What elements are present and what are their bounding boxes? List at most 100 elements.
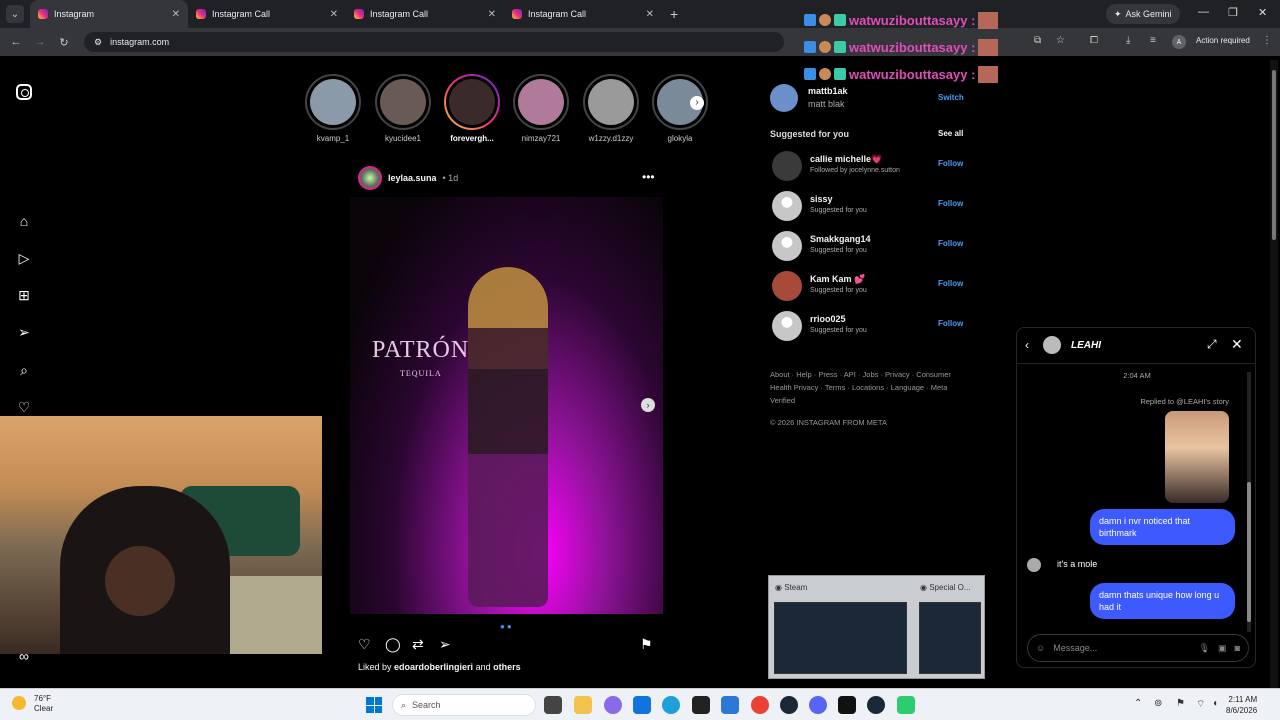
message-input[interactable]: ☺ Message... 🎙 ▣ ◙ <box>1027 634 1249 662</box>
expand-icon[interactable]: ⤢ <box>1207 337 1217 352</box>
download-icon[interactable]: ⤓ <box>1126 35 1130 46</box>
address-bar[interactable]: ⚙ instagram.com <box>84 32 784 52</box>
story-item[interactable]: kvamp_1 <box>304 74 362 143</box>
account-avatar[interactable] <box>770 84 798 112</box>
tab-close-icon[interactable]: ✕ <box>330 9 338 20</box>
post-image[interactable]: PATRÓN TEQUILA <box>350 197 663 614</box>
post-author-avatar[interactable] <box>358 166 382 190</box>
tray-app-icon[interactable]: ⊚ <box>1154 698 1162 709</box>
start-button[interactable] <box>366 697 382 713</box>
suggestion-avatar[interactable] <box>772 271 802 301</box>
taskbar-search[interactable]: ⌕ Search <box>392 694 536 716</box>
story-item[interactable]: kyucidee1 <box>374 74 432 143</box>
switch-account-link[interactable]: Switch <box>938 93 964 102</box>
site-info-icon[interactable]: ⚙ <box>94 37 102 48</box>
terminal-icon[interactable] <box>692 696 710 714</box>
home-icon[interactable]: ⌂ <box>16 213 32 229</box>
reading-list-icon[interactable]: ≡ <box>1150 35 1156 46</box>
reels-icon[interactable]: ▷ <box>16 250 32 266</box>
extensions-icon[interactable]: ⧠ <box>1090 35 1098 46</box>
store-icon[interactable] <box>721 696 739 714</box>
tab-close-icon[interactable]: ✕ <box>172 9 180 20</box>
suggestion-avatar[interactable] <box>772 191 802 221</box>
profile-avatar[interactable]: A <box>1172 35 1186 49</box>
system-clock[interactable]: 2:11 AM 8/6/2026 <box>1226 694 1257 716</box>
sticker-icon[interactable]: ◙ <box>1235 643 1240 653</box>
maximize-button[interactable]: ❐ <box>1228 6 1238 19</box>
close-icon[interactable]: ✕ <box>1231 336 1243 353</box>
ask-gemini-button[interactable]: ✦ Ask Gemini <box>1106 4 1180 24</box>
install-app-icon[interactable]: ⧉ <box>1034 35 1041 46</box>
tray-app-icon[interactable]: ⚑ <box>1176 698 1185 709</box>
emoji-icon[interactable]: ☺ <box>1036 643 1045 653</box>
dm-scrollbar[interactable] <box>1247 372 1251 632</box>
carousel-next-icon[interactable]: › <box>641 398 655 412</box>
follow-button[interactable]: Follow <box>938 199 963 208</box>
page-scrollbar[interactable] <box>1270 60 1278 690</box>
edge-icon[interactable] <box>662 696 680 714</box>
dm-story-thumbnail[interactable] <box>1165 411 1229 503</box>
suggestion-username[interactable]: sissy <box>810 194 833 204</box>
discord-icon[interactable] <box>809 696 827 714</box>
suggestion-username[interactable]: Smakkgang14 <box>810 234 871 244</box>
tab-close-icon[interactable]: ✕ <box>646 9 654 20</box>
close-window-button[interactable]: ✕ <box>1258 6 1267 19</box>
browser-menu-icon[interactable]: ⋮ <box>1262 35 1272 46</box>
instagram-logo-icon[interactable] <box>16 84 32 100</box>
reload-button[interactable]: ↻ <box>52 36 76 49</box>
dm-contact-name[interactable]: LEAHI <box>1071 340 1101 351</box>
outlook-icon[interactable] <box>633 696 651 714</box>
likes-user[interactable]: edoardoberlingieri <box>394 662 473 672</box>
file-explorer-icon[interactable] <box>574 696 592 714</box>
notifications-heart-icon[interactable]: ♡ <box>16 399 32 415</box>
account-username[interactable]: mattb1ak <box>808 86 848 96</box>
chrome-icon[interactable] <box>751 696 769 714</box>
volume-icon[interactable]: ◖ <box>1212 698 1218 709</box>
follow-button[interactable]: Follow <box>938 159 963 168</box>
bookmark-star-icon[interactable]: ☆ <box>1056 35 1065 46</box>
task-view-icon[interactable] <box>544 696 562 714</box>
suggestion-username[interactable]: Kam Kam 💕 <box>810 274 865 285</box>
post-author-username[interactable]: leylaa.suna <box>388 173 437 183</box>
story-item[interactable]: forevergh... <box>443 74 501 143</box>
follow-button[interactable]: Follow <box>938 279 963 288</box>
save-bookmark-icon[interactable]: ⚑ <box>640 636 653 653</box>
comment-icon[interactable]: ◯ <box>385 636 401 653</box>
follow-button[interactable]: Follow <box>938 239 963 248</box>
minimize-button[interactable]: — <box>1198 6 1209 18</box>
tab-instagram-call-3[interactable]: Instagram Call ✕ <box>504 0 662 28</box>
post-options-icon[interactable]: ••• <box>642 170 655 184</box>
like-heart-icon[interactable]: ♡ <box>358 636 371 653</box>
wifi-icon[interactable]: ⌔ <box>1196 698 1205 711</box>
share-icon[interactable]: ➢ <box>439 636 451 653</box>
forward-button[interactable]: → <box>28 36 52 48</box>
repost-icon[interactable]: ⇄ <box>412 636 424 653</box>
explore-grid-icon[interactable]: ⊞ <box>16 287 32 303</box>
see-all-link[interactable]: See all <box>938 129 963 138</box>
copilot-icon[interactable] <box>604 696 622 714</box>
story-item[interactable]: nimzay721 <box>512 74 570 143</box>
dm-contact-avatar[interactable] <box>1043 336 1061 354</box>
dm-back-icon[interactable]: ‹ <box>1025 338 1029 352</box>
back-button[interactable]: ← <box>4 36 28 48</box>
preview-special-offers[interactable]: ◉ Special O... <box>914 576 986 680</box>
obs-icon[interactable] <box>838 696 856 714</box>
tab-search-button[interactable]: ⌄ <box>6 5 24 23</box>
suggestion-avatar[interactable] <box>772 151 802 181</box>
microphone-icon[interactable]: 🎙 <box>1199 643 1210 654</box>
tray-overflow-icon[interactable]: ⌃ <box>1134 698 1142 709</box>
tab-instagram-call-2[interactable]: Instagram Call ✕ <box>346 0 504 28</box>
search-icon[interactable]: ⌕ <box>16 362 32 378</box>
story-item[interactable]: w1zzy.d1zzy <box>582 74 640 143</box>
likes-others[interactable]: others <box>493 662 521 672</box>
footer-links[interactable]: About · Help · Press · API · Jobs · Priv… <box>770 368 960 407</box>
suggestion-avatar[interactable] <box>772 231 802 261</box>
steam-alt-icon[interactable] <box>867 696 885 714</box>
action-required-button[interactable]: Action required <box>1196 36 1250 45</box>
tab-instagram[interactable]: Instagram ✕ <box>30 0 188 28</box>
tab-close-icon[interactable]: ✕ <box>488 9 496 20</box>
suggestion-username[interactable]: rrioo025 <box>810 314 846 324</box>
suggestion-username[interactable]: callie michelle💗 <box>810 154 882 165</box>
stories-next-icon[interactable]: › <box>690 96 704 110</box>
follow-button[interactable]: Follow <box>938 319 963 328</box>
